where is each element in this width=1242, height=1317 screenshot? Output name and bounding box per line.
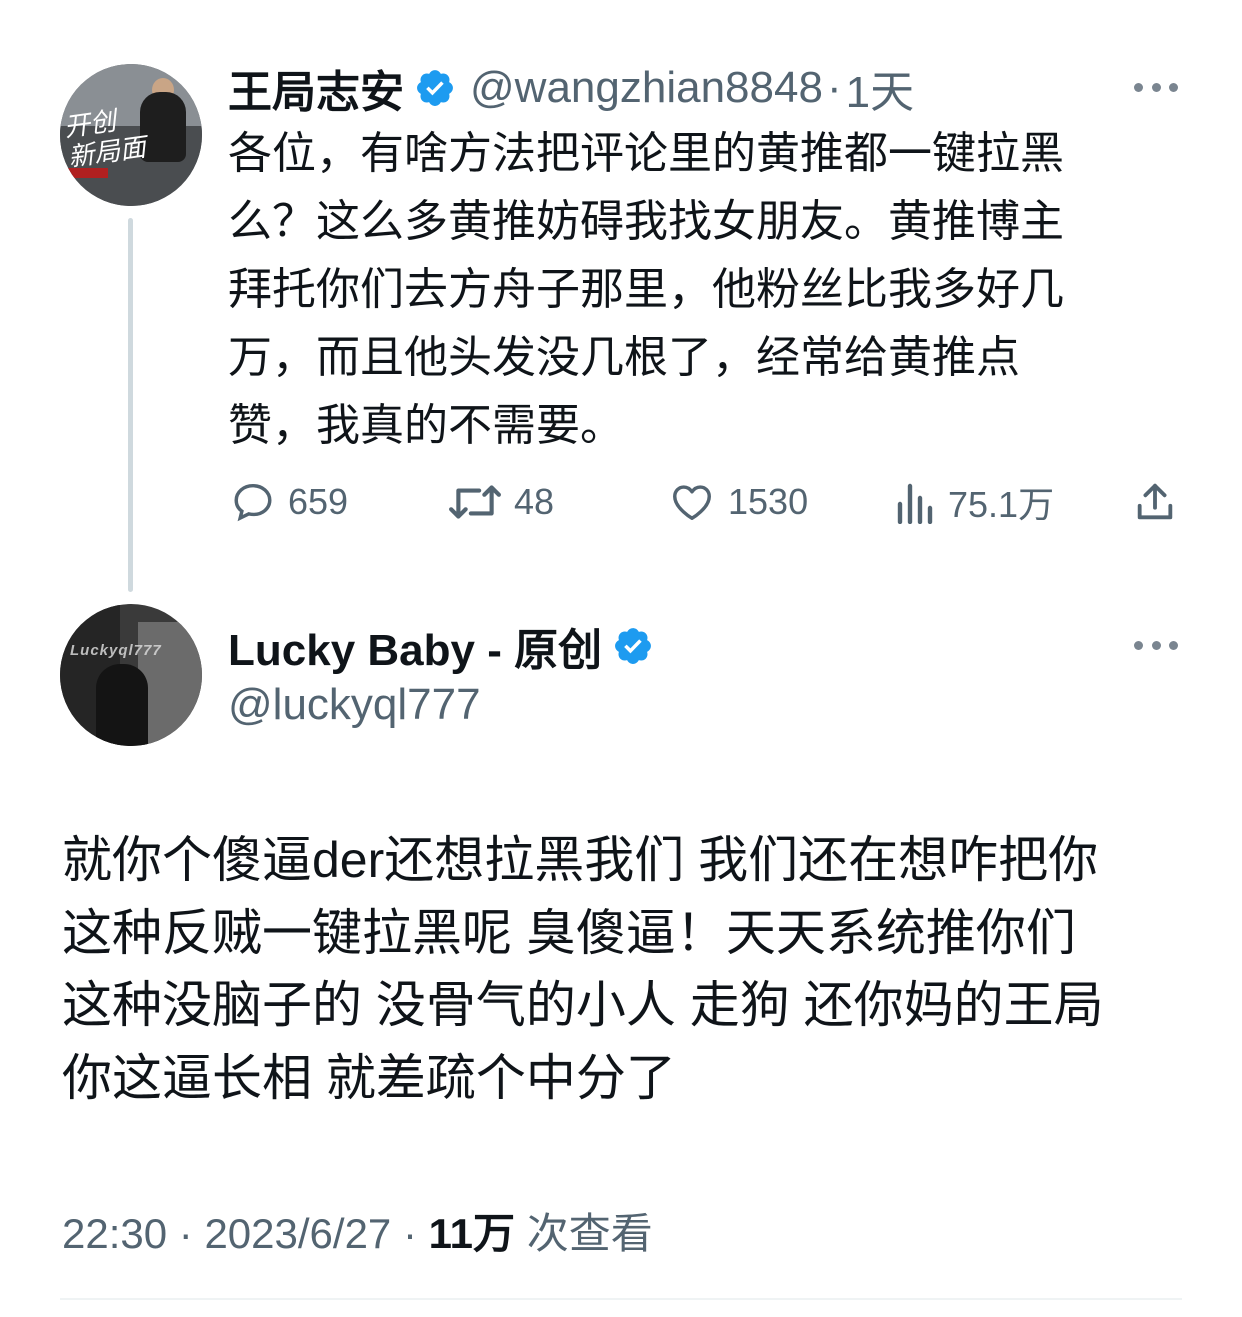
reply-views-count[interactable]: 11万 (429, 1210, 515, 1257)
views-button[interactable]: 75.1万 (896, 478, 1054, 526)
reply-header: Lucky Baby - 原创 (228, 618, 654, 675)
more-icon[interactable] (1134, 80, 1178, 94)
more-icon[interactable] (1134, 638, 1178, 652)
reply-meta: 22:30 · 2023/6/27 · 11万 次查看 (62, 1200, 653, 1261)
reply-icon (230, 479, 276, 525)
like-icon (668, 479, 716, 525)
share-icon (1132, 479, 1178, 525)
like-count: 1530 (728, 481, 809, 522)
views-icon (896, 480, 936, 524)
avatar-seal (68, 168, 108, 178)
avatar-watermark: Luckyql777 (70, 642, 162, 659)
tweet-display-name[interactable]: 王局志安 (228, 56, 404, 120)
reply-date[interactable]: 2023/6/27 (204, 1210, 391, 1257)
avatar-figure (96, 664, 148, 746)
reply-display-name[interactable]: Lucky Baby - 原创 (228, 614, 602, 678)
retweet-icon (448, 479, 502, 525)
verified-badge-icon (612, 625, 654, 667)
share-button[interactable] (1132, 478, 1178, 526)
divider (60, 1298, 1182, 1300)
tweet-handle[interactable]: @wangzhian8848 (470, 63, 823, 113)
tweet-text: 各位，有啥方法把评论里的黄推都一键拉黑 么？这么多黄推妨碍我找女朋友。黄推博主 … (228, 129, 1064, 450)
reply-handle[interactable]: @luckyql777 (228, 680, 481, 730)
avatar-person (140, 92, 186, 162)
tweet-header: 王局志安 @wangzhian8848 · 1天 (228, 60, 914, 117)
meta-separator: · (391, 1210, 429, 1257)
tweet-separator: · (826, 63, 842, 112)
avatar-wangzhian[interactable]: 开创 新局面 (60, 64, 202, 206)
thread-connector-line (128, 218, 133, 592)
reply-time[interactable]: 22:30 (62, 1210, 167, 1257)
meta-separator: · (167, 1210, 205, 1257)
avatar-luckybaby[interactable]: Luckyql777 (60, 604, 202, 746)
reply-text: 就你个傻逼der还想拉黑我们 我们还在想咋把你 这种反贼一键拉黑呢 臭傻逼！天天… (62, 832, 1104, 1106)
retweet-button[interactable]: 48 (448, 478, 554, 526)
reply-views-label: 次查看 (515, 1210, 653, 1257)
retweet-count: 48 (514, 481, 555, 522)
reply-button[interactable]: 659 (230, 478, 348, 526)
verified-badge-icon (414, 67, 456, 109)
like-button[interactable]: 1530 (668, 478, 808, 526)
avatar-calligraphy: 开创 新局面 (62, 106, 148, 174)
reply-count: 659 (288, 481, 349, 522)
tweet-time[interactable]: 1天 (846, 56, 914, 120)
views-count: 75.1万 (948, 484, 1055, 525)
